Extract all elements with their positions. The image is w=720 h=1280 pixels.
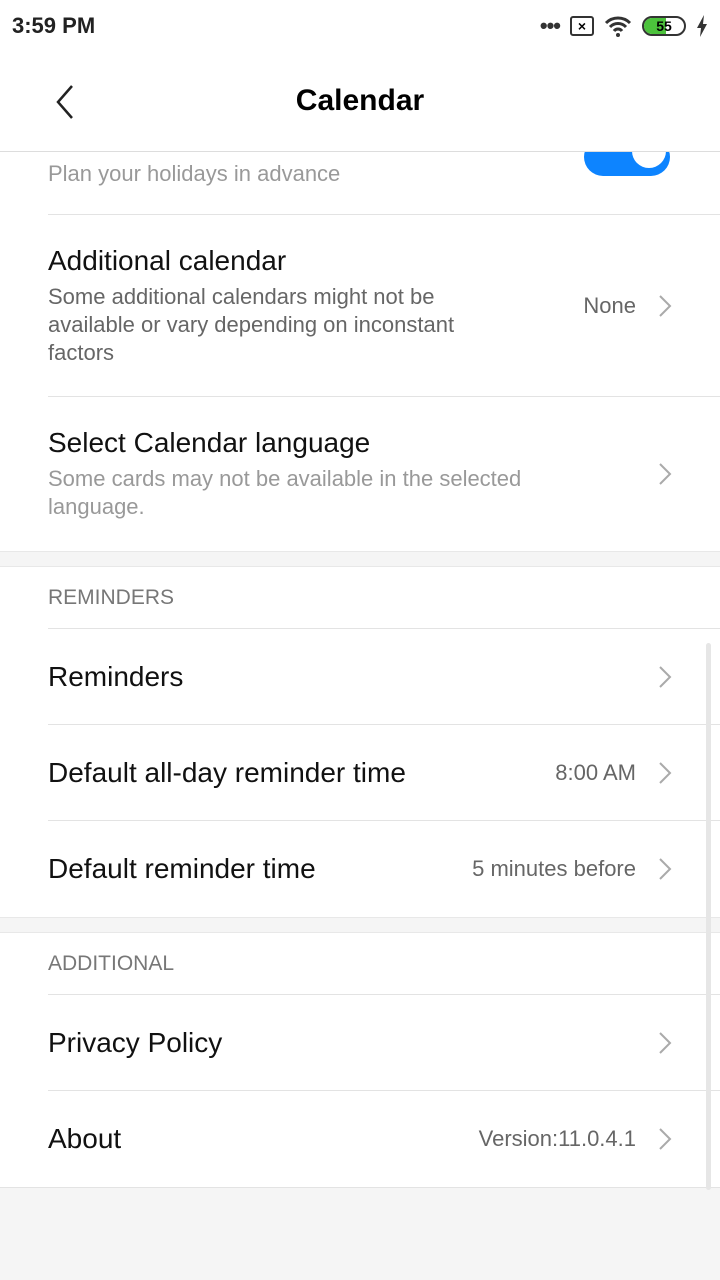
battery-icon: 55 [642,16,686,36]
status-time: 3:59 PM [12,13,96,38]
row-value: None [583,292,636,318]
privacy-policy-row[interactable]: Privacy Policy [48,995,720,1091]
page-title: Calendar [295,84,425,117]
row-title: Additional calendar [48,244,287,276]
reminders-row[interactable]: Reminders [48,629,720,725]
row-title: Default reminder time [48,853,316,884]
chevron-right-icon [659,463,672,485]
more-dots-icon: ••• [539,13,561,38]
wifi-icon [604,16,632,37]
chevron-right-icon [659,761,672,784]
app-header: Calendar [0,52,720,152]
row-subtitle: Some cards may not be available in the s… [48,466,522,519]
row-title: Default all-day reminder time [48,756,406,788]
status-bar: 3:59 PM ••• × 55 [0,0,720,52]
row-title: Privacy Policy [48,1026,223,1058]
no-sim-icon: × [570,16,594,36]
row-value: Version:11.0.4.1 [478,1126,636,1151]
calendar-language-row[interactable]: Select Calendar language Some cards may n… [48,397,720,551]
charging-icon [697,15,707,37]
chevron-right-icon [659,1128,672,1150]
row-value: 8:00 AM [555,759,636,785]
all-day-reminder-row[interactable]: Default all-day reminder time 8:00 AM [48,725,720,821]
section-header-additional: ADDITIONAL [48,933,720,995]
row-title: Reminders [48,660,184,692]
holidays-row[interactable]: Plan your holidays in advance [48,134,720,215]
default-reminder-row[interactable]: Default reminder time 5 minutes before [48,821,720,917]
chevron-right-icon [659,858,672,880]
chevron-right-icon [659,1031,672,1054]
row-value: 5 minutes before [472,856,636,881]
section-header-reminders: REMINDERS [48,567,720,629]
settings-list: Plan your holidays in advance Additional… [0,134,720,1188]
row-subtitle: Some additional calendars might not be a… [48,283,455,365]
holidays-subtitle: Plan your holidays in advance [48,161,341,186]
about-row[interactable]: About Version:11.0.4.1 [48,1091,720,1187]
chevron-right-icon [659,665,672,688]
row-title: About [48,1123,122,1154]
scrollbar[interactable] [706,643,711,1190]
battery-level: 55 [656,18,672,34]
chevron-right-icon [659,294,672,317]
additional-calendar-row[interactable]: Additional calendar Some additional calen… [48,215,720,397]
row-title: Select Calendar language [48,427,371,458]
